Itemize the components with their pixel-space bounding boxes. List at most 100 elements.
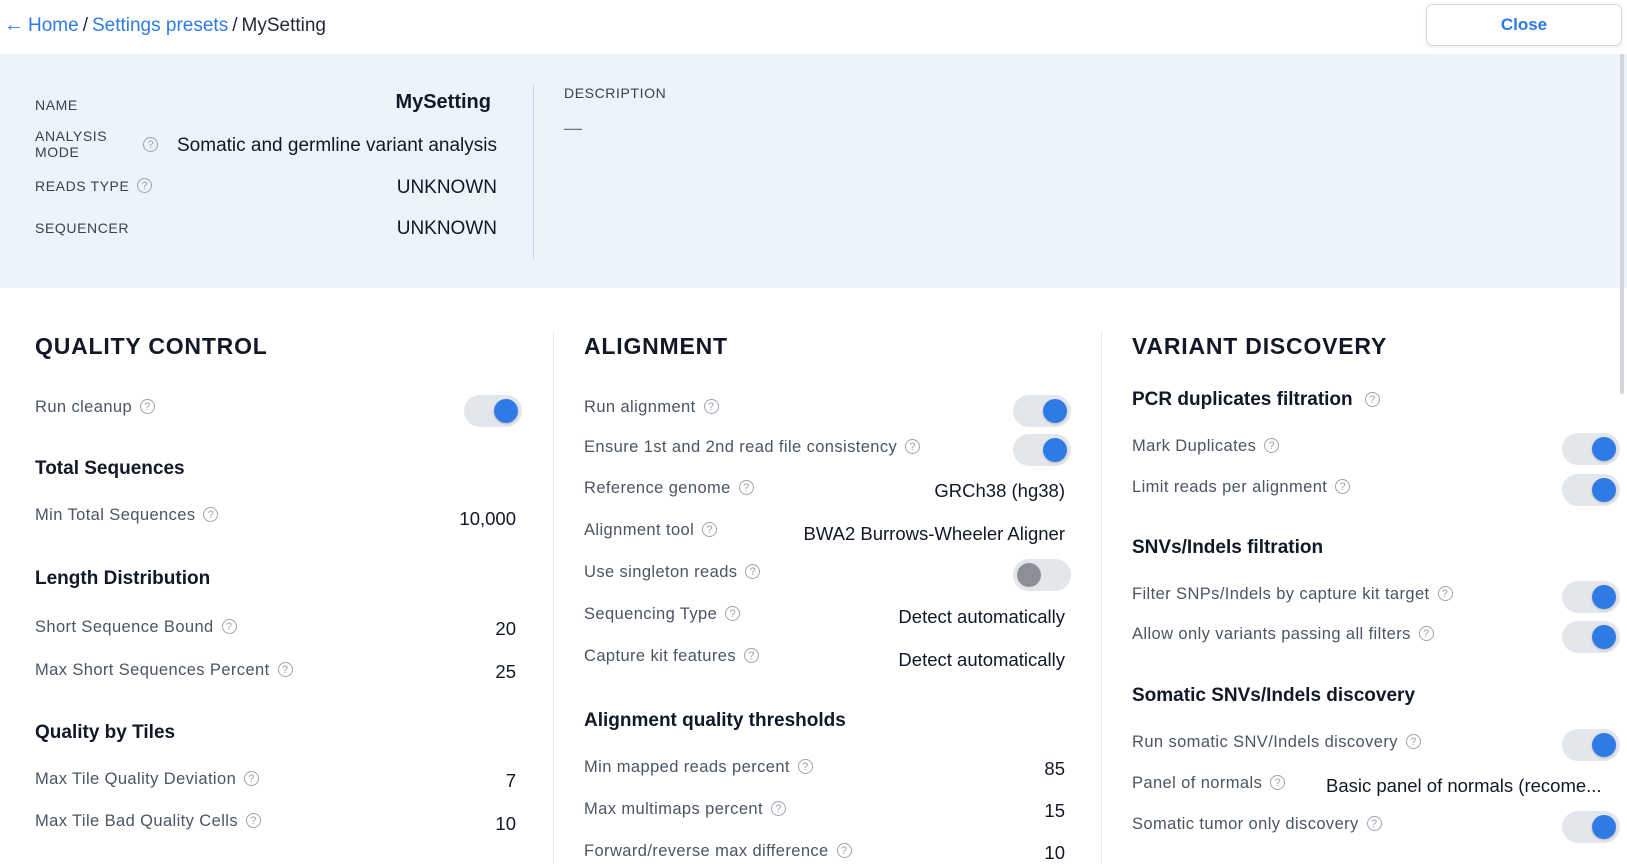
breadcrumb-home-link[interactable]: Home <box>28 15 79 36</box>
run-alignment-label: Run alignment? <box>584 398 719 417</box>
quality-by-tiles-title: Quality by Tiles <box>35 722 176 743</box>
sequencing-type-label: Sequencing Type? <box>584 605 741 624</box>
allow-passing-variants-toggle[interactable] <box>1562 621 1620 653</box>
forward-reverse-diff-label: Forward/reverse max difference? <box>584 842 852 861</box>
pcr-duplicates-title: PCR duplicates filtration? <box>1132 389 1380 411</box>
reference-genome-value[interactable]: GRCh38 (hg38) <box>934 480 1065 502</box>
max-short-sequences-value[interactable]: 25 <box>495 661 516 683</box>
page-scrollbar[interactable] <box>1620 54 1624 394</box>
toggle-knob <box>1017 563 1041 587</box>
short-sequence-bound-value[interactable]: 20 <box>495 618 516 640</box>
help-icon[interactable]: ? <box>725 605 741 621</box>
help-icon[interactable]: ? <box>745 563 761 579</box>
alignment-tool-value[interactable]: BWA2 Burrows-Wheeler Aligner <box>804 523 1065 545</box>
help-icon[interactable]: ? <box>140 398 156 414</box>
help-icon[interactable]: ? <box>702 521 718 537</box>
help-icon[interactable]: ? <box>244 770 260 786</box>
short-sequence-bound-label: Short Sequence Bound? <box>35 618 237 637</box>
read-file-consistency-label: Ensure 1st and 2nd read file consistency… <box>584 438 921 457</box>
filter-capture-kit-label: Filter SNPs/Indels by capture kit target… <box>1132 585 1453 604</box>
help-icon[interactable]: ? <box>203 506 219 522</box>
help-icon[interactable]: ? <box>1364 392 1380 408</box>
analysis-mode-help-icon[interactable]: ? <box>143 137 158 152</box>
allow-passing-variants-label: Allow only variants passing all filters? <box>1132 625 1434 644</box>
mark-duplicates-label: Mark Duplicates? <box>1132 437 1280 456</box>
toggle-knob <box>1592 625 1616 649</box>
breadcrumb-presets-link[interactable]: Settings presets <box>92 15 228 36</box>
help-icon[interactable]: ? <box>738 479 754 495</box>
help-icon[interactable]: ? <box>1405 733 1421 749</box>
max-multimaps-value[interactable]: 15 <box>1044 800 1065 822</box>
summary-divider <box>533 84 534 259</box>
limit-reads-label: Limit reads per alignment? <box>1132 478 1351 497</box>
breadcrumb: ← Home / Settings presets / MySetting <box>4 13 326 38</box>
analysis-mode-value: Somatic and germline variant analysis <box>177 135 497 156</box>
limit-reads-toggle[interactable] <box>1562 474 1620 506</box>
help-icon[interactable]: ? <box>1366 815 1382 831</box>
help-icon[interactable]: ? <box>1335 478 1351 494</box>
min-total-sequences-value[interactable]: 10,000 <box>459 508 516 530</box>
run-somatic-discovery-label: Run somatic SNV/Indels discovery? <box>1132 733 1421 752</box>
panel-of-normals-value[interactable]: Basic panel of normals (recome... <box>1326 775 1602 797</box>
min-mapped-reads-value[interactable]: 85 <box>1044 758 1065 780</box>
help-icon[interactable]: ? <box>1437 585 1453 601</box>
analysis-mode-label-line2: MODE <box>35 144 80 160</box>
mark-duplicates-toggle[interactable] <box>1562 433 1620 465</box>
singleton-reads-toggle[interactable] <box>1013 559 1071 591</box>
max-short-sequences-label: Max Short Sequences Percent? <box>35 661 293 680</box>
max-multimaps-label: Max multimaps percent? <box>584 800 786 819</box>
breadcrumb-separator: / <box>232 15 238 36</box>
help-icon[interactable]: ? <box>703 398 719 414</box>
help-icon[interactable]: ? <box>1264 437 1280 453</box>
sequencer-value: UNKNOWN <box>396 218 497 239</box>
name-label: NAME <box>35 97 78 113</box>
filter-capture-kit-toggle[interactable] <box>1562 581 1620 613</box>
back-arrow-icon[interactable]: ← <box>4 14 24 36</box>
close-button[interactable]: Close <box>1426 4 1622 46</box>
help-icon[interactable]: ? <box>1270 774 1286 790</box>
toggle-knob <box>1592 733 1616 757</box>
run-somatic-discovery-toggle[interactable] <box>1562 729 1620 761</box>
help-icon[interactable]: ? <box>797 758 813 774</box>
help-icon[interactable]: ? <box>744 647 759 663</box>
run-alignment-toggle[interactable] <box>1013 395 1071 427</box>
variant-discovery-title: VARIANT DISCOVERY <box>1132 333 1388 359</box>
min-total-sequences-label: Min Total Sequences? <box>35 506 219 525</box>
forward-reverse-diff-value[interactable]: 10 <box>1044 842 1065 864</box>
max-tile-quality-deviation-value[interactable]: 7 <box>506 770 516 792</box>
tumor-only-discovery-toggle[interactable] <box>1562 811 1620 843</box>
toggle-knob <box>1592 815 1616 839</box>
breadcrumb-separator: / <box>82 15 88 36</box>
toggle-knob <box>1592 585 1616 609</box>
toggle-knob <box>1592 478 1616 502</box>
run-cleanup-toggle[interactable] <box>464 395 522 427</box>
read-file-consistency-toggle[interactable] <box>1013 434 1071 466</box>
description-label: DESCRIPTION <box>564 85 667 101</box>
column-divider <box>1101 332 1102 863</box>
analysis-mode-label-line1: ANALYSIS <box>35 128 108 144</box>
alignment-title: ALIGNMENT <box>584 333 728 359</box>
help-icon[interactable]: ? <box>245 812 261 828</box>
help-icon[interactable]: ? <box>1418 625 1434 641</box>
sequencing-type-value[interactable]: Detect automatically <box>898 606 1065 628</box>
toggle-knob <box>1043 399 1067 423</box>
column-divider <box>553 332 554 863</box>
top-bar: ← Home / Settings presets / MySetting Close <box>0 0 1627 54</box>
help-icon[interactable]: ? <box>836 842 852 858</box>
max-tile-bad-quality-cells-value[interactable]: 10 <box>495 813 516 835</box>
breadcrumb-current: MySetting <box>241 15 326 36</box>
preset-summary-panel: NAME MySetting ANALYSIS MODE ? Somatic a… <box>0 54 1627 288</box>
help-icon[interactable]: ? <box>770 800 786 816</box>
help-icon[interactable]: ? <box>905 438 921 454</box>
description-value: — <box>564 118 582 138</box>
reference-genome-label: Reference genome? <box>584 479 754 498</box>
help-icon[interactable]: ? <box>277 661 293 677</box>
sequencer-label: SEQUENCER <box>35 220 130 236</box>
toggle-knob <box>1043 438 1067 462</box>
reads-type-help-icon[interactable]: ? <box>137 178 152 193</box>
capture-kit-features-value[interactable]: Detect automatically <box>898 649 1065 671</box>
snv-indels-filtration-title: SNVs/Indels filtration <box>1132 537 1324 558</box>
singleton-reads-label: Use singleton reads? <box>584 563 761 582</box>
panel-of-normals-label: Panel of normals? <box>1132 774 1286 793</box>
help-icon[interactable]: ? <box>221 618 237 634</box>
